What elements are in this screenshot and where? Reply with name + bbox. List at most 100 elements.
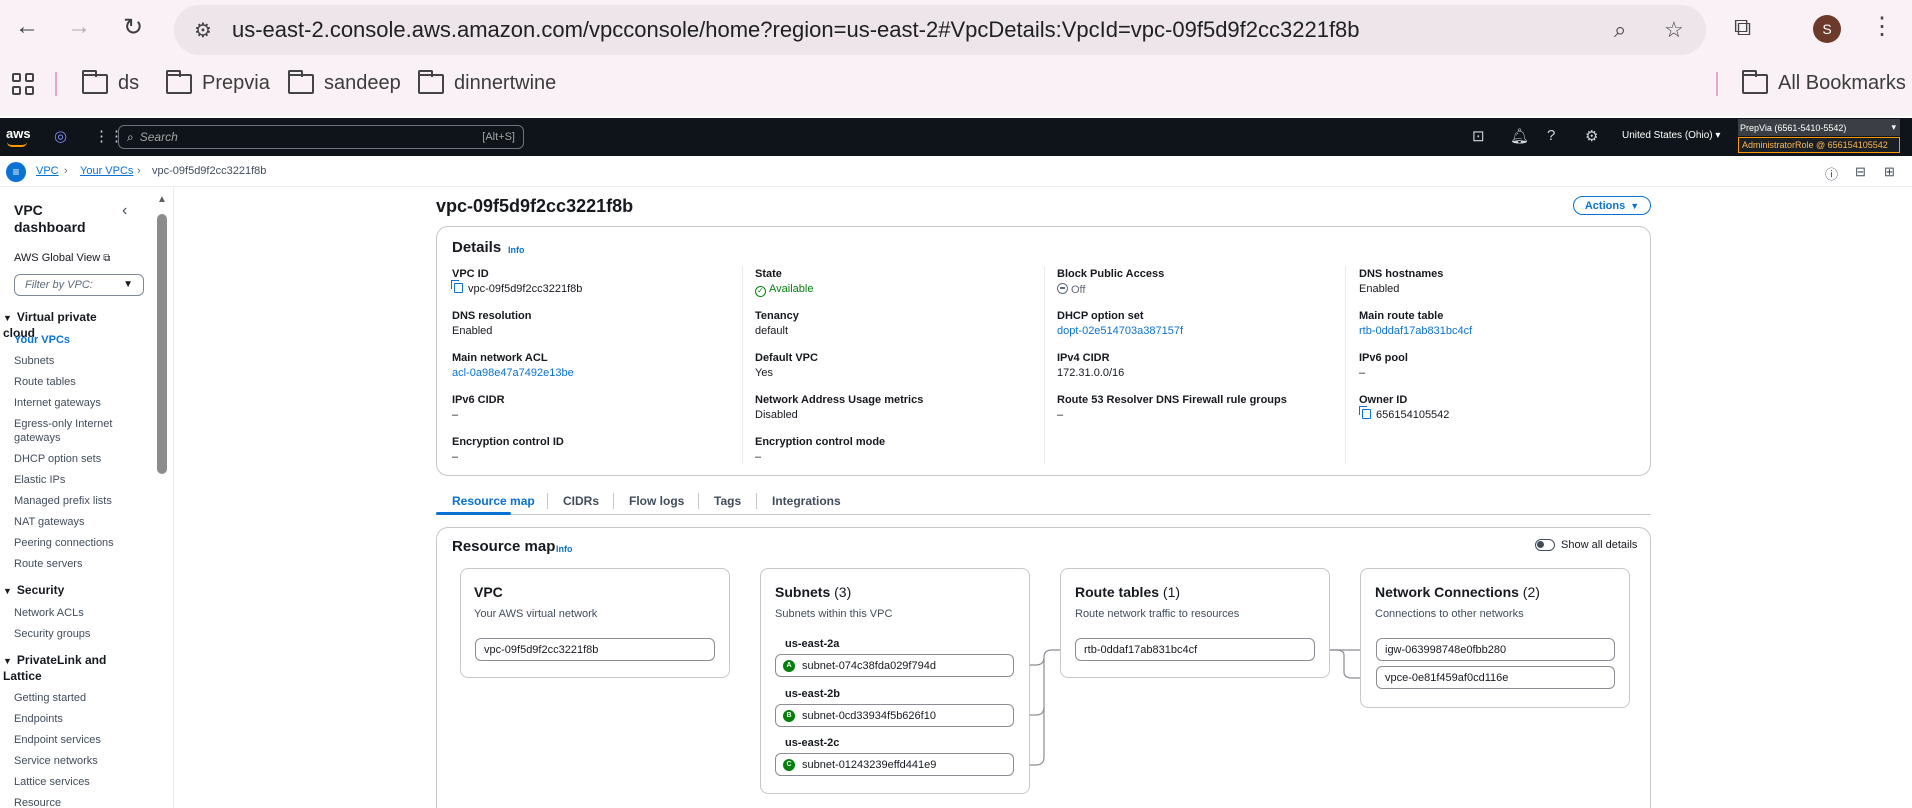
breadcrumb-vpc[interactable]: VPC [36, 165, 59, 177]
sidebar-title[interactable]: VPC dashboard [14, 202, 114, 236]
actions-button[interactable]: Actions ▼ [1573, 196, 1651, 215]
panel-icon[interactable]: ⊞ [1884, 164, 1895, 180]
show-all-details-toggle[interactable] [1535, 539, 1555, 551]
rm-vpce-pill[interactable]: vpce-0e81f459af0cd116e [1376, 666, 1615, 689]
sidebar-item-getting-started[interactable]: Getting started [14, 691, 124, 705]
copy-icon[interactable] [451, 280, 463, 293]
sidebar-scrollbar-thumb[interactable] [157, 214, 167, 474]
scroll-up-icon[interactable]: ▲ [157, 194, 167, 205]
owner-id-text: 656154105542 [1376, 409, 1450, 421]
breadcrumb-your-vpcs[interactable]: Your VPCs [80, 165, 133, 177]
tab-integrations[interactable]: Integrations [772, 494, 841, 508]
forward-icon[interactable]: → [64, 12, 94, 42]
main-network-acl-link[interactable]: acl-0a98e47a7492e13be [452, 367, 574, 379]
encryption-control-id-value: – [452, 451, 459, 463]
sidebar-item-route-servers[interactable]: Route servers [14, 557, 124, 571]
sidebar-section-security[interactable]: ▼ Security [3, 583, 123, 599]
ipv4-cidr-value: 172.31.0.0/16 [1057, 367, 1125, 379]
main-route-table-link[interactable]: rtb-0ddaf17ab831bc4cf [1359, 325, 1472, 337]
sidebar-item-subnets[interactable]: Subnets [14, 354, 124, 368]
tab-resource-map[interactable]: Resource map [452, 494, 535, 508]
bookmark-prepvia[interactable]: Prepvia [166, 69, 270, 95]
tab-flow-logs[interactable]: Flow logs [629, 494, 684, 508]
rm-subnets-count: (3) [834, 584, 852, 600]
cloudshell-icon[interactable]: ⊡ [1472, 127, 1485, 145]
info-circle-icon[interactable]: ⓘ [1825, 164, 1838, 183]
field-label: Network Address Usage metrics [755, 394, 924, 406]
nav-menu-icon[interactable]: ≡ [6, 162, 26, 182]
bookmark-sandeep[interactable]: sandeep [288, 69, 401, 95]
details-heading: Details [452, 239, 502, 256]
sidebar-item-managed-prefix-lists[interactable]: Managed prefix lists [14, 494, 124, 508]
folder-icon [288, 69, 314, 94]
role-badge[interactable]: AdministratorRole @ 656154105542 [1738, 137, 1900, 153]
rm-route-tables-subtitle: Route network traffic to resources [1075, 608, 1240, 620]
resource-map-info-link[interactable]: Info [556, 544, 573, 554]
subnet-id: subnet-0cd33934f5b626f10 [802, 709, 936, 722]
rm-subnet-pill[interactable]: Csubnet-01243239effd441e9 [775, 753, 1014, 776]
sidebar-item-dhcp-option-sets[interactable]: DHCP option sets [14, 452, 124, 466]
aws-logo[interactable]: aws [6, 126, 31, 141]
tab-cidrs[interactable]: CIDRs [563, 494, 599, 508]
vpc-id-value: vpc-09f5d9f2cc3221f8b [451, 280, 582, 295]
zoom-icon[interactable]: ⌕ [1614, 17, 1626, 43]
sidebar-section-privatelink[interactable]: ▼ PrivateLink and Lattice [3, 653, 123, 684]
site-info-icon[interactable]: ⚙ [188, 18, 218, 43]
collapse-sidebar-icon[interactable]: ‹ [122, 202, 127, 220]
sidebar-item-internet-gateways[interactable]: Internet gateways [14, 396, 124, 410]
q-assistant-icon[interactable]: ◎ [54, 127, 67, 145]
region-selector[interactable]: United States (Ohio) ▾ [1622, 130, 1720, 141]
filter-by-vpc-select[interactable]: Filter by VPC: ▼ [14, 274, 144, 296]
sidebar-item-network-acls[interactable]: Network ACLs [14, 606, 124, 620]
bookmark-ds[interactable]: ds [82, 69, 139, 95]
sidebar-item-lattice-services[interactable]: Lattice services [14, 775, 124, 789]
rm-igw-pill[interactable]: igw-063998748e0fbb280 [1376, 638, 1615, 661]
aws-search-input[interactable]: ⌕ Search [Alt+S] [118, 125, 524, 149]
bookmark-star-icon[interactable]: ☆ [1664, 17, 1684, 43]
rm-subnet-pill[interactable]: Bsubnet-0cd33934f5b626f10 [775, 704, 1014, 727]
sidebar-item-peering-connections[interactable]: Peering connections [14, 536, 124, 550]
field-label: Tenancy [755, 310, 799, 322]
field-label: State [755, 268, 782, 280]
url-text: us-east-2.console.aws.amazon.com/vpccons… [232, 17, 1360, 42]
profile-avatar[interactable]: S [1813, 15, 1841, 43]
reload-icon[interactable]: ↻ [118, 12, 148, 42]
sidebar-item-egress-only-gateways[interactable]: Egress-only Internet gateways [14, 417, 124, 445]
all-bookmarks[interactable]: All Bookmarks [1742, 69, 1906, 95]
settings-gear-icon[interactable]: ⚙ [1585, 127, 1598, 145]
back-icon[interactable]: ← [12, 12, 42, 42]
field-label: Block Public Access [1057, 268, 1165, 280]
aws-global-view-link[interactable]: AWS Global View ⧉ [14, 252, 110, 264]
sidebar-item-endpoints[interactable]: Endpoints [14, 712, 124, 726]
az-label: us-east-2c [785, 737, 840, 749]
sidebar-item-elastic-ips[interactable]: Elastic IPs [14, 473, 124, 487]
sidebar-item-service-networks[interactable]: Service networks [14, 754, 124, 768]
rm-vpc-pill[interactable]: vpc-09f5d9f2cc3221f8b [475, 638, 715, 661]
sidebar-item-resource-configurations[interactable]: Resource configurations [14, 796, 124, 808]
show-all-details-label[interactable]: Show all details [1561, 539, 1637, 551]
notifications-bell-icon[interactable]: 🔔︎ [1510, 127, 1529, 145]
apps-grid-icon[interactable] [12, 73, 34, 95]
sidebar-item-security-groups[interactable]: Security groups [14, 627, 124, 641]
details-info-link[interactable]: Info [508, 245, 525, 255]
account-menu[interactable]: PrepVia (6561-5410-5542) ▾ [1738, 119, 1900, 136]
feedback-icon[interactable]: ⊟ [1855, 164, 1866, 180]
sidebar-item-nat-gateways[interactable]: NAT gateways [14, 515, 124, 529]
tab-tags[interactable]: Tags [714, 494, 741, 508]
address-bar[interactable]: ⚙ us-east-2.console.aws.amazon.com/vpcco… [174, 5, 1706, 55]
sidebar-item-route-tables[interactable]: Route tables [14, 375, 124, 389]
rm-subnet-pill[interactable]: Asubnet-074c38fda029f794d [775, 654, 1014, 677]
az-label: us-east-2b [785, 688, 841, 700]
sidebar-item-your-vpcs[interactable]: Your VPCs [14, 333, 124, 347]
bookmark-dinnertwine[interactable]: dinnertwine [418, 69, 556, 95]
help-icon[interactable]: ? [1547, 127, 1555, 144]
folder-icon [82, 69, 108, 94]
tab-separator [547, 493, 548, 509]
dhcp-option-set-link[interactable]: dopt-02e514703a387157f [1057, 325, 1183, 337]
rm-route-table-pill[interactable]: rtb-0ddaf17ab831bc4cf [1075, 638, 1315, 661]
breadcrumb-separator: › [137, 165, 141, 177]
extensions-icon[interactable]: ⧉ [1734, 14, 1751, 42]
sidebar-item-endpoint-services[interactable]: Endpoint services [14, 733, 124, 747]
browser-menu-icon[interactable]: ⋮ [1870, 12, 1894, 41]
copy-icon[interactable] [1359, 406, 1371, 419]
